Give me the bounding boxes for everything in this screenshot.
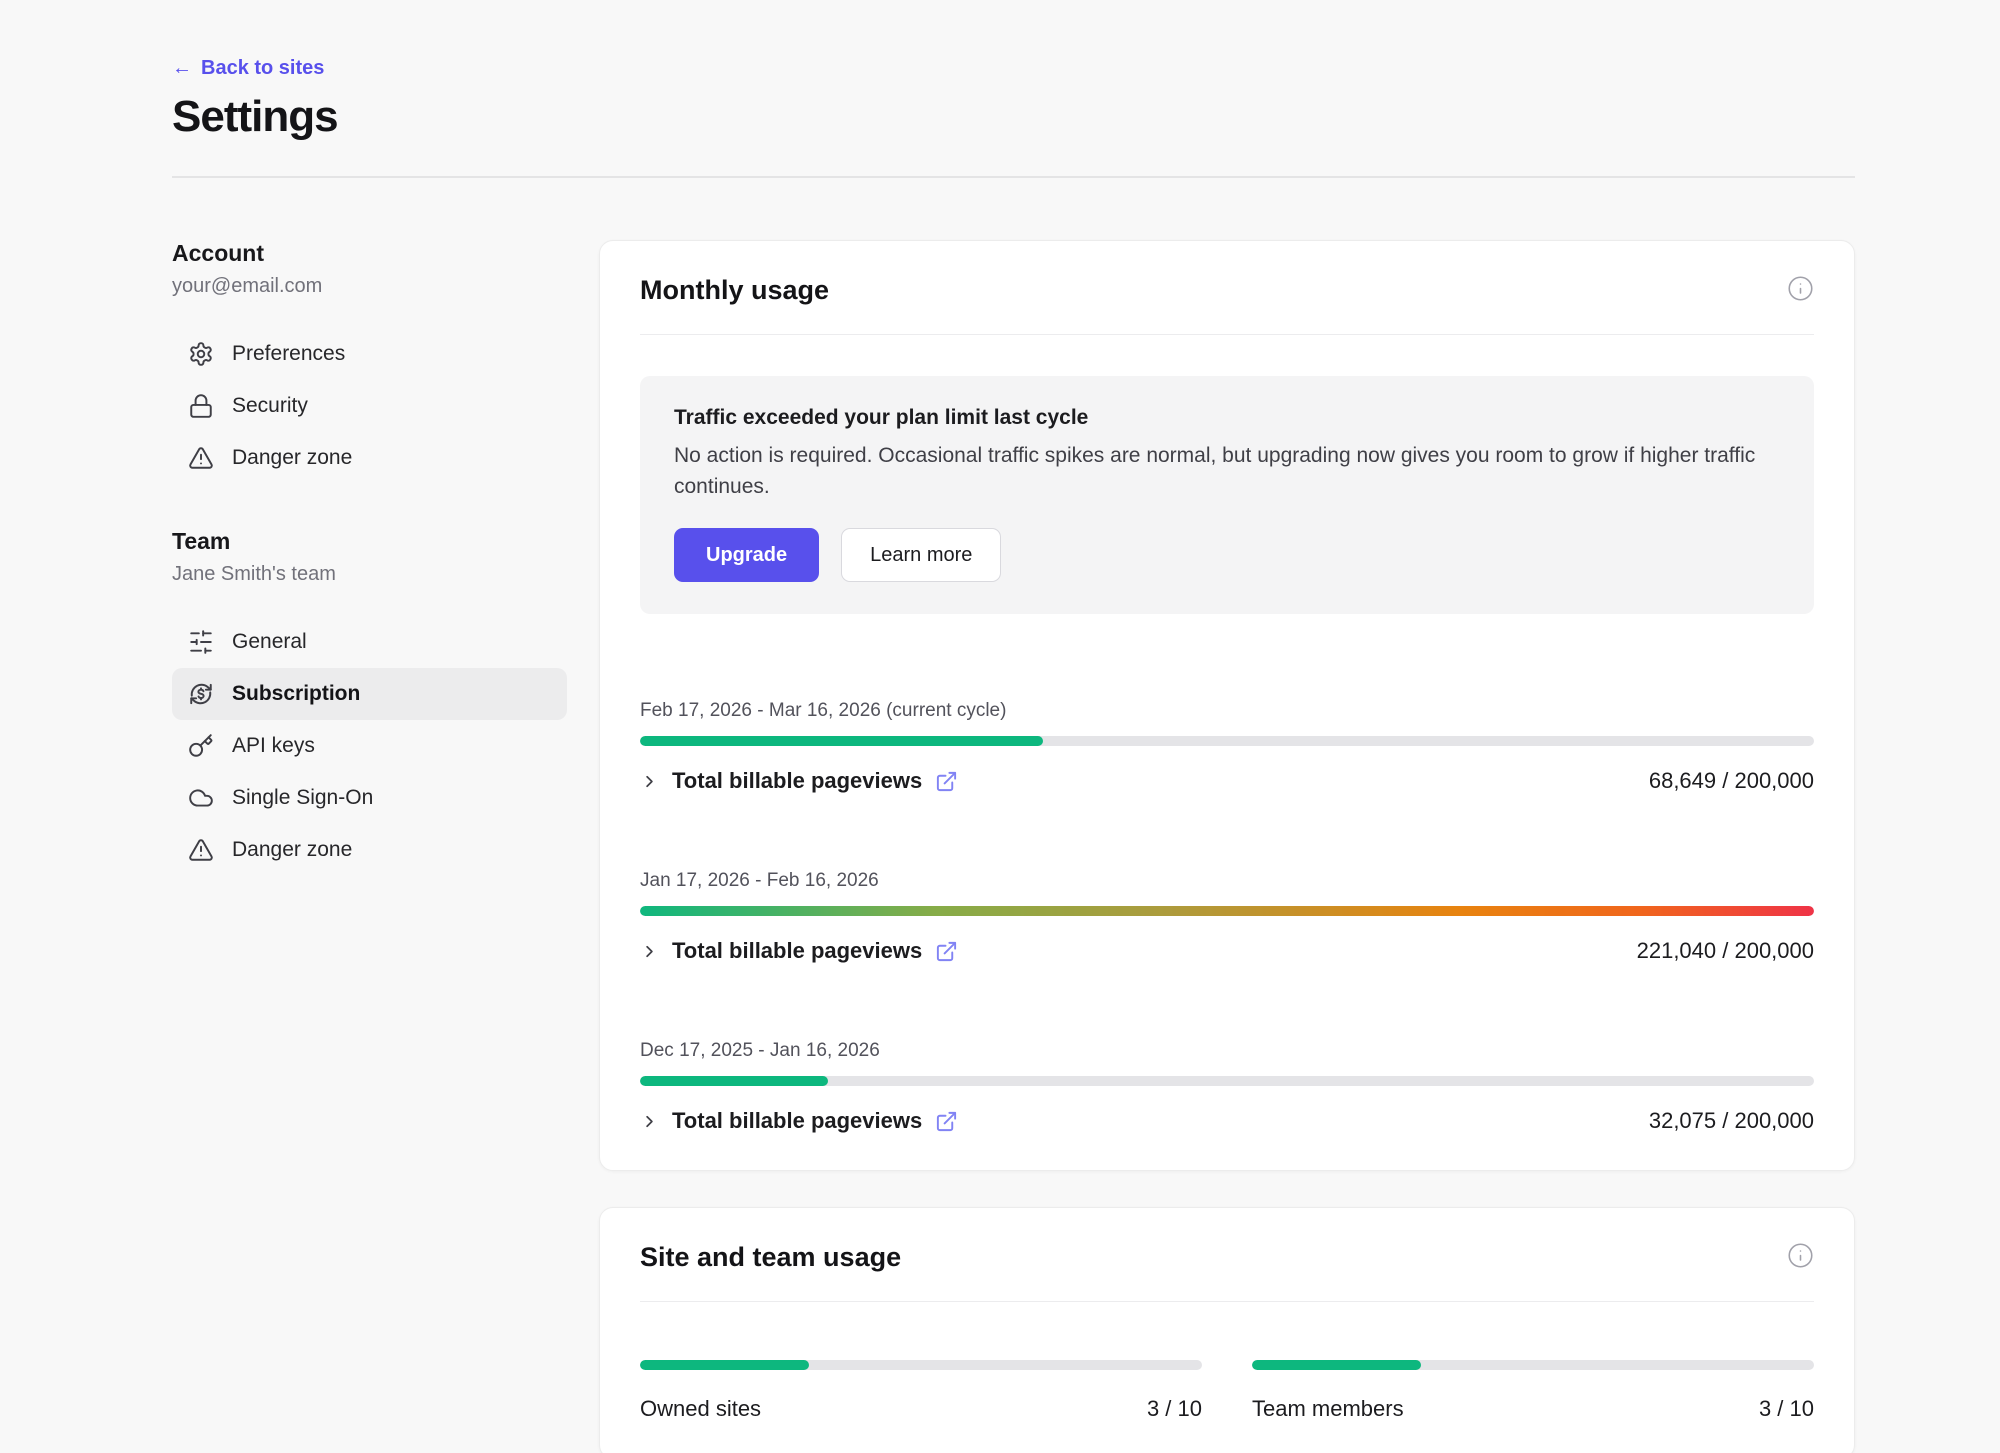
alert-triangle-icon [188, 445, 214, 471]
progress-fill [640, 736, 1043, 746]
progress-track [640, 906, 1814, 916]
sidebar-account-section: Account your@email.com Preferences Secur… [172, 240, 567, 484]
progress-fill [1252, 1360, 1421, 1370]
progress-track [1252, 1360, 1814, 1370]
monthly-usage-card: Monthly usage Traffic exceeded your plan… [599, 240, 1855, 1171]
cycle-period: Jan 17, 2026 - Feb 16, 2026 [640, 870, 1814, 892]
meter-value: 3 / 10 [1147, 1396, 1202, 1422]
team-name: Jane Smith's team [172, 563, 567, 586]
notice-title: Traffic exceeded your plan limit last cy… [674, 406, 1780, 430]
sidebar-item-label: Single Sign-On [232, 786, 373, 810]
sidebar: Account your@email.com Preferences Secur… [172, 240, 567, 876]
back-to-sites-label: Back to sites [201, 57, 324, 80]
account-email: your@email.com [172, 275, 567, 298]
sidebar-item-preferences[interactable]: Preferences [172, 328, 567, 380]
chevron-right-icon [640, 772, 659, 791]
sidebar-item-label: API keys [232, 734, 315, 758]
progress-fill [640, 1360, 809, 1370]
sidebar-item-general[interactable]: General [172, 616, 567, 668]
site-team-usage-card: Site and team usage Owned sites 3 / 10 [599, 1207, 1855, 1453]
info-icon[interactable] [1787, 1242, 1814, 1269]
progress-track [640, 1076, 1814, 1086]
account-heading: Account [172, 240, 567, 267]
cycle-period: Feb 17, 2026 - Mar 16, 2026 (current cyc… [640, 700, 1814, 722]
total-billable-pageviews-toggle[interactable]: Total billable pageviews [640, 938, 958, 964]
usage-cycle-older: Dec 17, 2025 - Jan 16, 2026 Total billab… [640, 1040, 1814, 1134]
sidebar-item-security[interactable]: Security [172, 380, 567, 432]
owned-sites-meter: Owned sites 3 / 10 [640, 1346, 1202, 1422]
key-icon [188, 733, 214, 759]
chevron-right-icon [640, 1112, 659, 1131]
meter-label: Owned sites [640, 1396, 761, 1422]
back-to-sites-link[interactable]: ← Back to sites [172, 57, 324, 80]
total-billable-pageviews-toggle[interactable]: Total billable pageviews [640, 1108, 958, 1134]
cycle-label: Total billable pageviews [672, 938, 922, 964]
progress-fill [640, 906, 1814, 916]
learn-more-button[interactable]: Learn more [841, 528, 1001, 582]
cycle-value: 68,649 / 200,000 [1649, 768, 1814, 794]
meter-value: 3 / 10 [1759, 1396, 1814, 1422]
external-link-icon[interactable] [935, 940, 958, 963]
progress-track [640, 736, 1814, 746]
sliders-icon [188, 629, 214, 655]
notice-body: No action is required. Occasional traffi… [674, 440, 1780, 502]
cycle-period: Dec 17, 2025 - Jan 16, 2026 [640, 1040, 1814, 1062]
usage-cycles: Feb 17, 2026 - Mar 16, 2026 (current cyc… [640, 700, 1814, 1134]
traffic-limit-notice: Traffic exceeded your plan limit last cy… [640, 376, 1814, 614]
cycle-label: Total billable pageviews [672, 768, 922, 794]
account-nav: Preferences Security Danger zone [172, 328, 567, 484]
main-content: Monthly usage Traffic exceeded your plan… [599, 240, 1855, 1453]
sidebar-item-label: General [232, 630, 307, 654]
info-icon[interactable] [1787, 275, 1814, 302]
settings-page: ← Back to sites Settings Account your@em… [0, 0, 2000, 1453]
card-divider [640, 334, 1814, 335]
upgrade-button[interactable]: Upgrade [674, 528, 819, 582]
usage-cycle-current: Feb 17, 2026 - Mar 16, 2026 (current cyc… [640, 700, 1814, 794]
sidebar-item-api-keys[interactable]: API keys [172, 720, 567, 772]
card-divider [640, 1301, 1814, 1302]
external-link-icon[interactable] [935, 770, 958, 793]
meter-label: Team members [1252, 1396, 1404, 1422]
sidebar-item-label: Security [232, 394, 308, 418]
progress-track [640, 1360, 1202, 1370]
monthly-usage-title: Monthly usage [640, 275, 829, 306]
cycle-value: 32,075 / 200,000 [1649, 1108, 1814, 1134]
total-billable-pageviews-toggle[interactable]: Total billable pageviews [640, 768, 958, 794]
site-team-usage-title: Site and team usage [640, 1242, 901, 1273]
lock-icon [188, 393, 214, 419]
team-nav: General Subscription API keys [172, 616, 567, 876]
cycle-label: Total billable pageviews [672, 1108, 922, 1134]
subscription-refresh-dollar-icon [188, 681, 214, 707]
chevron-right-icon [640, 942, 659, 961]
gear-icon [188, 341, 214, 367]
progress-fill [640, 1076, 828, 1086]
cloud-icon [188, 785, 214, 811]
sidebar-team-section: Team Jane Smith's team General Subscript… [172, 528, 567, 876]
sidebar-item-label: Danger zone [232, 446, 352, 470]
sidebar-item-label: Subscription [232, 682, 360, 706]
sidebar-item-danger-zone[interactable]: Danger zone [172, 432, 567, 484]
team-members-meter: Team members 3 / 10 [1252, 1346, 1814, 1422]
usage-cycle-previous: Jan 17, 2026 - Feb 16, 2026 Total billab… [640, 870, 1814, 964]
site-team-meters: Owned sites 3 / 10 Team members 3 / 10 [640, 1346, 1814, 1422]
page-header: ← Back to sites Settings [172, 57, 1855, 142]
alert-triangle-icon [188, 837, 214, 863]
team-heading: Team [172, 528, 567, 555]
sidebar-item-label: Danger zone [232, 838, 352, 862]
sidebar-item-label: Preferences [232, 342, 345, 366]
cycle-value: 221,040 / 200,000 [1637, 938, 1814, 964]
header-divider [172, 176, 1855, 178]
external-link-icon[interactable] [935, 1110, 958, 1133]
sidebar-item-single-sign-on[interactable]: Single Sign-On [172, 772, 567, 824]
arrow-left-icon: ← [172, 57, 192, 80]
sidebar-item-subscription[interactable]: Subscription [172, 668, 567, 720]
page-title: Settings [172, 92, 1855, 142]
sidebar-item-team-danger-zone[interactable]: Danger zone [172, 824, 567, 876]
